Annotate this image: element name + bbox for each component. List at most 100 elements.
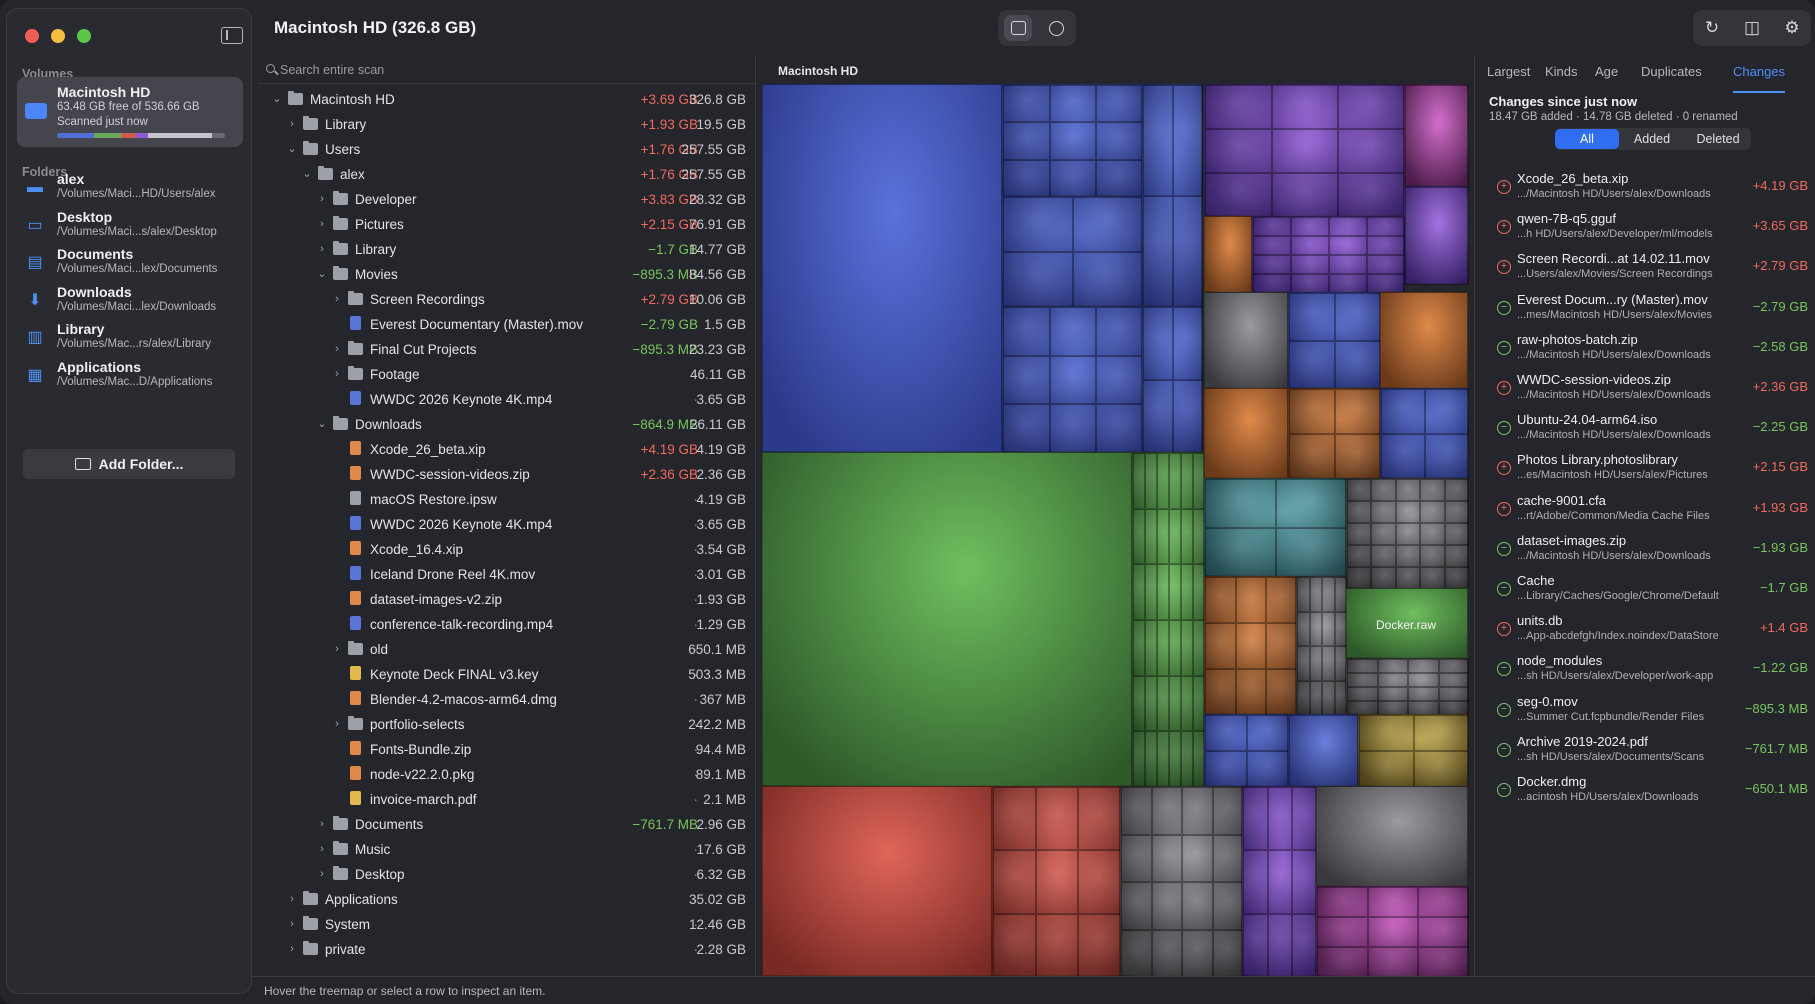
tree-row[interactable]: Fonts-Bundle.zip · 94.4 MB — [258, 737, 756, 762]
list-item[interactable]: − dataset-images.zip .../Macintosh HD/User… — [1475, 530, 1815, 570]
list-item[interactable]: + Screen Recordi...at 14.02.11.mov ...User… — [1475, 248, 1815, 288]
chevron-right-icon[interactable]: › — [332, 718, 342, 730]
list-item[interactable]: − Cache ...Library/Caches/Google/Chrome/De… — [1475, 570, 1815, 610]
sidebar-toggle-icon[interactable] — [221, 27, 243, 44]
close-window-button[interactable] — [25, 29, 39, 43]
tree-row[interactable]: ⌄ alex +1.76 GB 257.55 GB — [258, 162, 756, 187]
treemap-cell[interactable] — [1204, 714, 1289, 787]
tree-row[interactable]: macOS Restore.ipsw · 4.19 GB — [258, 487, 756, 512]
sidebar-item-alex[interactable]: ▬ alex/Volumes/Maci...HD/Users/alex — [17, 169, 243, 209]
chevron-down-icon[interactable]: ⌄ — [317, 418, 327, 430]
tree-row[interactable]: WWDC 2026 Keynote 4K.mp4 · 3.65 GB — [258, 512, 756, 537]
sidebar-item-desktop[interactable]: ▭ Desktop/Volumes/Maci...s/alex/Desktop — [17, 207, 243, 247]
list-item[interactable]: + units.db ...App-abcdefgh/Index.noindex/D… — [1475, 610, 1815, 650]
treemap-cell[interactable] — [1132, 452, 1205, 787]
list-item[interactable]: − Docker.dmg ...acintosh HD/Users/alex/Dow… — [1475, 771, 1815, 811]
treemap-cell[interactable] — [1288, 388, 1381, 479]
tree-row[interactable]: › Documents −761.7 MB 2.96 GB — [258, 812, 756, 837]
tree-row[interactable]: Everest Documentary (Master).mov −2.79 GB… — [258, 312, 756, 337]
treemap-cell[interactable] — [1204, 478, 1347, 577]
tree-row[interactable]: › Library −1.7 GB 14.77 GB — [258, 237, 756, 262]
treemap-cell[interactable] — [762, 84, 1002, 452]
tree-row[interactable]: › Applications · 35.02 GB — [258, 887, 756, 912]
treemap-cell[interactable] — [992, 786, 1121, 977]
tree-row[interactable]: › portfolio-selects · 242.2 MB — [258, 712, 756, 737]
treemap-cell[interactable] — [1404, 84, 1469, 187]
zoom-window-button[interactable] — [77, 29, 91, 43]
treemap-cell[interactable] — [1288, 714, 1359, 787]
chevron-right-icon[interactable]: › — [317, 243, 327, 255]
tab-kinds[interactable]: Kinds — [1545, 64, 1578, 79]
chevron-down-icon[interactable]: ⌄ — [272, 93, 282, 105]
refresh-icon[interactable]: ↻ — [1701, 18, 1723, 38]
sidebar-item-library[interactable]: ▥ Library/Volumes/Mac...rs/alex/Library — [17, 319, 243, 359]
treemap-cell[interactable] — [1242, 786, 1317, 977]
tree-row[interactable]: WWDC 2026 Keynote 4K.mp4 · 3.65 GB — [258, 387, 756, 412]
treemap[interactable] — [762, 84, 1469, 977]
chevron-right-icon[interactable]: › — [332, 368, 342, 380]
list-item[interactable]: + WWDC-session-videos.zip .../Macintosh HD… — [1475, 369, 1815, 409]
tree-row[interactable]: ⌄ Movies −895.3 MB 84.56 GB — [258, 262, 756, 287]
filter-all[interactable]: All — [1555, 129, 1619, 149]
sidebar-item-applications[interactable]: ▦ Applications/Volumes/Mac...D/Applicatio… — [17, 357, 243, 397]
tab-duplicates[interactable]: Duplicates — [1641, 64, 1702, 79]
treemap-cell[interactable] — [1204, 388, 1288, 478]
treemap-cell[interactable] — [1380, 388, 1469, 479]
treemap-cell[interactable] — [1204, 292, 1288, 388]
chevron-right-icon[interactable]: › — [317, 868, 327, 880]
tree-row[interactable]: Xcode_16.4.xip · 3.54 GB — [258, 537, 756, 562]
search-input[interactable] — [280, 60, 740, 80]
chevron-right-icon[interactable]: › — [317, 818, 327, 830]
treemap-cell[interactable] — [1204, 84, 1405, 217]
treemap-cell[interactable] — [762, 452, 1132, 786]
chevron-down-icon[interactable]: ⌄ — [287, 143, 297, 155]
treemap-cell[interactable] — [1120, 786, 1243, 977]
treemap-cell[interactable] — [1358, 714, 1469, 787]
tree-row[interactable]: › Footage · 46.11 GB — [258, 362, 756, 387]
sunburst-view-button[interactable] — [1042, 15, 1070, 41]
treemap-cell[interactable] — [1296, 576, 1347, 715]
treemap-cell[interactable] — [1346, 478, 1469, 589]
tree-row[interactable]: invoice-march.pdf · 2.1 MB — [258, 787, 756, 812]
tree-row[interactable]: › Desktop · 6.32 GB — [258, 862, 756, 887]
tree-row[interactable]: Keynote Deck FINAL v3.key · 503.3 MB — [258, 662, 756, 687]
list-item[interactable]: − Everest Docum...ry (Master).mov ...mes/M… — [1475, 289, 1815, 329]
minimize-window-button[interactable] — [51, 29, 65, 43]
filter-added[interactable]: Added — [1619, 129, 1685, 149]
tree-row[interactable]: › Pictures +2.15 GB 76.91 GB — [258, 212, 756, 237]
treemap-cell[interactable] — [1288, 292, 1381, 389]
chevron-right-icon[interactable]: › — [317, 843, 327, 855]
list-item[interactable]: + Xcode_26_beta.xip .../Macintosh HD/Users… — [1475, 168, 1815, 208]
treemap-cell[interactable] — [1002, 306, 1143, 453]
tree-row[interactable]: › System · 12.46 GB — [258, 912, 756, 937]
chevron-right-icon[interactable]: › — [332, 343, 342, 355]
treemap-cell[interactable] — [1204, 576, 1297, 715]
tree-row[interactable]: ⌄ Macintosh HD +3.69 GB 326.8 GB — [258, 87, 756, 112]
chevron-right-icon[interactable]: › — [287, 893, 297, 905]
list-item[interactable]: − Archive 2019-2024.pdf ...sh HD/Users/ale… — [1475, 731, 1815, 771]
tree-row[interactable]: WWDC-session-videos.zip +2.36 GB 2.36 GB — [258, 462, 756, 487]
tab-changes[interactable]: Changes — [1733, 64, 1785, 79]
tree-row[interactable]: dataset-images-v2.zip · 1.93 GB — [258, 587, 756, 612]
tree-row[interactable]: Xcode_26_beta.xip +4.19 GB 4.19 GB — [258, 437, 756, 462]
chevron-down-icon[interactable]: ⌄ — [317, 268, 327, 280]
sidebar-item-downloads[interactable]: ⬇ Downloads/Volumes/Maci...lex/Downloads — [17, 282, 243, 322]
filter-deleted[interactable]: Deleted — [1685, 129, 1751, 149]
chevron-right-icon[interactable]: › — [287, 918, 297, 930]
tree-row[interactable]: › Music · 17.6 GB — [258, 837, 756, 862]
tree-row[interactable]: conference-talk-recording.mp4 · 1.29 GB — [258, 612, 756, 637]
treemap-cell[interactable] — [1252, 216, 1405, 293]
tree-row[interactable]: › Library +1.93 GB 19.5 GB — [258, 112, 756, 137]
tree-row[interactable]: Blender-4.2-macos-arm64.dmg · 367 MB — [258, 687, 756, 712]
volume-macintosh-hd[interactable]: Macintosh HD 63.48 GB free of 536.66 GB … — [17, 77, 243, 147]
sidebar-item-documents[interactable]: ▤ Documents/Volumes/Maci...lex/Documents — [17, 244, 243, 284]
treemap-view-button[interactable] — [1004, 15, 1032, 41]
tree-row[interactable]: › Developer +3.83 GB 28.32 GB — [258, 187, 756, 212]
list-item[interactable]: − seg-0.mov ...Summer Cut.fcpbundle/Render… — [1475, 691, 1815, 731]
chevron-right-icon[interactable]: › — [317, 218, 327, 230]
list-item[interactable]: − Ubuntu-24.04-arm64.iso .../Macintosh HD/… — [1475, 409, 1815, 449]
inspector-toggle-icon[interactable]: ◫ — [1741, 18, 1763, 38]
gear-icon[interactable]: ⚙ — [1781, 18, 1803, 38]
treemap-cell[interactable] — [1002, 196, 1143, 307]
chevron-right-icon[interactable]: › — [332, 643, 342, 655]
